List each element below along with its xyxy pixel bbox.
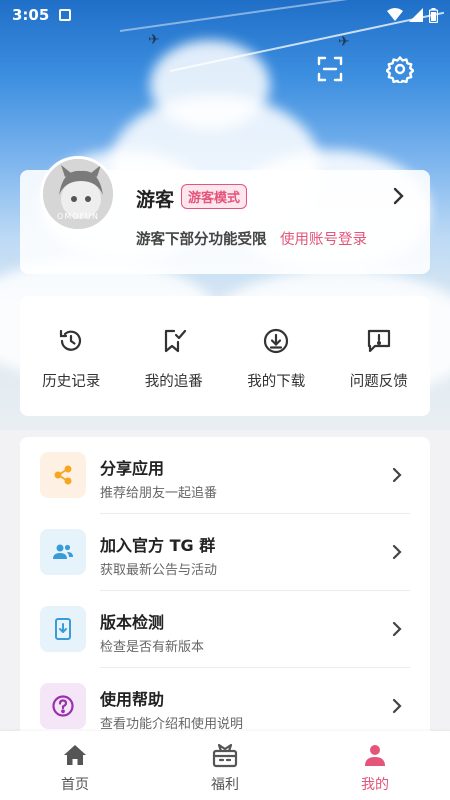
avatar[interactable]: OMOFUN	[40, 156, 116, 232]
group-icon-box	[40, 529, 86, 575]
quick-actions-card: 历史记录 我的追番 我的下载 问题反馈	[20, 296, 430, 416]
guest-limit-text: 游客下部分功能受限	[136, 232, 267, 248]
history-button[interactable]: 历史记录	[20, 296, 123, 416]
bookmark-check-icon	[164, 329, 186, 353]
feedback-button[interactable]: 问题反馈	[328, 296, 431, 416]
nav-mine-label: 我的	[361, 777, 389, 793]
chevron-right-icon	[393, 187, 404, 205]
signal-icon	[409, 8, 423, 22]
wifi-icon	[387, 8, 403, 21]
gear-icon	[386, 56, 414, 83]
profile-card[interactable]: OMOFUN 游客 游客模式 游客下部分功能受限 使用账号登录	[20, 156, 430, 274]
bottom-nav: 首页 福利 我的	[0, 731, 450, 800]
help-subtitle: 查看功能介绍和使用说明	[100, 717, 244, 732]
my-follow-button[interactable]: 我的追番	[123, 296, 226, 416]
nav-welfare[interactable]: 福利	[150, 731, 300, 800]
chevron-right-icon	[392, 544, 402, 560]
username: 游客	[136, 189, 175, 211]
group-icon	[53, 544, 73, 559]
downloads-button[interactable]: 我的下载	[225, 296, 328, 416]
version-check-item[interactable]: 版本检测 检查是否有新版本	[20, 591, 430, 668]
update-icon-box	[40, 606, 86, 652]
chevron-right-icon	[392, 621, 402, 637]
nav-home-label: 首页	[61, 777, 89, 793]
login-link[interactable]: 使用账号登录	[280, 228, 367, 249]
battery-icon	[429, 7, 438, 23]
notification-icon	[59, 9, 72, 21]
downloads-label: 我的下载	[247, 374, 306, 390]
scan-button[interactable]	[313, 52, 347, 86]
status-bar: 3:05	[0, 0, 450, 30]
share-app-subtitle: 推荐给朋友一起追番	[100, 486, 218, 501]
guest-mode-badge: 游客模式	[181, 184, 248, 209]
gift-icon	[212, 743, 238, 768]
chevron-right-icon	[392, 698, 402, 714]
home-icon	[64, 745, 86, 765]
nav-home[interactable]: 首页	[0, 731, 150, 800]
join-tg-title: 加入官方 TG 群	[100, 536, 216, 555]
avatar-illustration	[43, 159, 113, 229]
status-time: 3:05	[12, 6, 50, 24]
person-icon	[365, 745, 385, 766]
help-icon-box	[40, 683, 86, 729]
help-title: 使用帮助	[100, 690, 165, 709]
share-app-item[interactable]: 分享应用 推荐给朋友一起追番	[20, 437, 430, 514]
scan-icon	[317, 56, 343, 82]
help-icon	[52, 695, 74, 717]
share-icon	[54, 465, 72, 485]
nav-welfare-label: 福利	[211, 777, 239, 793]
history-icon	[60, 329, 82, 351]
menu-list-card: 分享应用 推荐给朋友一起追番 加入官方 TG 群 获取最新公告与活动 版本检测 …	[20, 437, 430, 737]
join-tg-subtitle: 获取最新公告与活动	[100, 563, 218, 578]
feedback-icon	[367, 329, 390, 353]
share-app-title: 分享应用	[100, 459, 165, 478]
my-follow-label: 我的追番	[144, 374, 203, 390]
settings-button[interactable]	[383, 52, 417, 86]
update-icon	[55, 618, 71, 640]
feedback-label: 问题反馈	[349, 374, 408, 390]
nav-mine[interactable]: 我的	[300, 731, 450, 800]
join-tg-item[interactable]: 加入官方 TG 群 获取最新公告与活动	[20, 514, 430, 591]
avatar-label: OMOFUN	[57, 212, 99, 221]
share-icon-box	[40, 452, 86, 498]
help-item[interactable]: 使用帮助 查看功能介绍和使用说明	[20, 668, 430, 737]
chevron-right-icon	[392, 467, 402, 483]
download-icon	[264, 328, 289, 354]
version-check-subtitle: 检查是否有新版本	[100, 640, 205, 655]
version-check-title: 版本检测	[100, 613, 165, 632]
history-label: 历史记录	[42, 374, 101, 390]
